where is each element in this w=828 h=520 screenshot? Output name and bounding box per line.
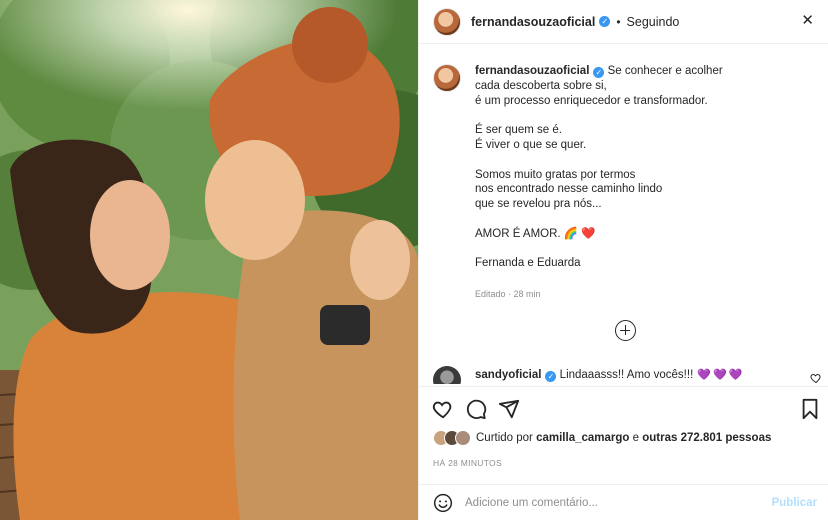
publish-button[interactable]: Publicar: [772, 497, 817, 509]
commenter-username[interactable]: sandyoficial: [475, 369, 541, 381]
emoji-icon[interactable]: [433, 493, 453, 513]
likes-count-link[interactable]: outras 272.801 pessoas: [642, 432, 771, 444]
following-button[interactable]: Seguindo: [627, 15, 680, 29]
caption-text: Se conhecer e acolher cada descoberta so…: [475, 65, 723, 270]
add-comment-bar: Publicar: [419, 484, 828, 520]
comment-bubble-icon[interactable]: [465, 398, 487, 420]
likes-prefix: Curtido por: [476, 432, 537, 444]
likes-user-link[interactable]: camilla_camargo: [536, 432, 629, 444]
commenter-verified-badge-icon: ✓: [545, 371, 557, 382]
comment-row: sandyoficial ✓ Lindaaasss!! Amo vocês!!! 💜…: [433, 366, 823, 384]
comment-body: sandyoficial ✓ Lindaaasss!! Amo vocês!!! 💜…: [475, 368, 744, 382]
caption-verified-badge-icon: ✓: [593, 67, 605, 78]
verified-badge-icon: ✓: [599, 16, 611, 27]
likes-middle: e: [629, 432, 643, 444]
post-time-ago: HÁ 28 MINUTOS: [433, 458, 502, 468]
comment-text: Lindaaasss!! Amo vocês!!!: [559, 369, 694, 381]
comment-hearts: 💜💜💜: [697, 369, 745, 381]
liker-avatar: [455, 430, 471, 446]
load-more-comments-icon[interactable]: [615, 320, 636, 341]
likes-text: Curtido por camilla_camargo e outras 272…: [476, 432, 771, 444]
likes-summary[interactable]: Curtido por camilla_camargo e outras 272…: [433, 430, 771, 446]
like-heart-icon[interactable]: [432, 398, 454, 420]
caption-body: fernandasouzaoficial ✓ Se conhecer e acol…: [475, 64, 723, 271]
post-detail-panel: fernandasouzaoficial ✓ • Seguindo ✕ fern…: [418, 0, 828, 520]
action-bar: [419, 386, 828, 430]
comment-like-heart-icon[interactable]: [810, 372, 822, 384]
post-header: fernandasouzaoficial ✓ • Seguindo ✕: [419, 0, 828, 44]
separator-dot: •: [616, 14, 621, 29]
commenter-avatar[interactable]: [433, 366, 461, 384]
author-avatar[interactable]: [433, 7, 461, 36]
save-bookmark-icon[interactable]: [799, 398, 821, 420]
post-photo-illustration: [0, 0, 418, 520]
caption: fernandasouzaoficial ✓ Se conhecer e acol…: [433, 64, 819, 271]
author-username[interactable]: fernandasouzaoficial: [471, 15, 595, 29]
share-send-icon[interactable]: [498, 398, 520, 420]
caption-username[interactable]: fernandasouzaoficial: [475, 65, 589, 77]
more-options-icon[interactable]: ✕: [801, 13, 815, 28]
caption-author-avatar[interactable]: [433, 64, 461, 92]
post-photo[interactable]: [0, 0, 418, 520]
edited-timestamp: Editado · 28 min: [475, 289, 541, 299]
add-comment-input[interactable]: [465, 496, 755, 509]
